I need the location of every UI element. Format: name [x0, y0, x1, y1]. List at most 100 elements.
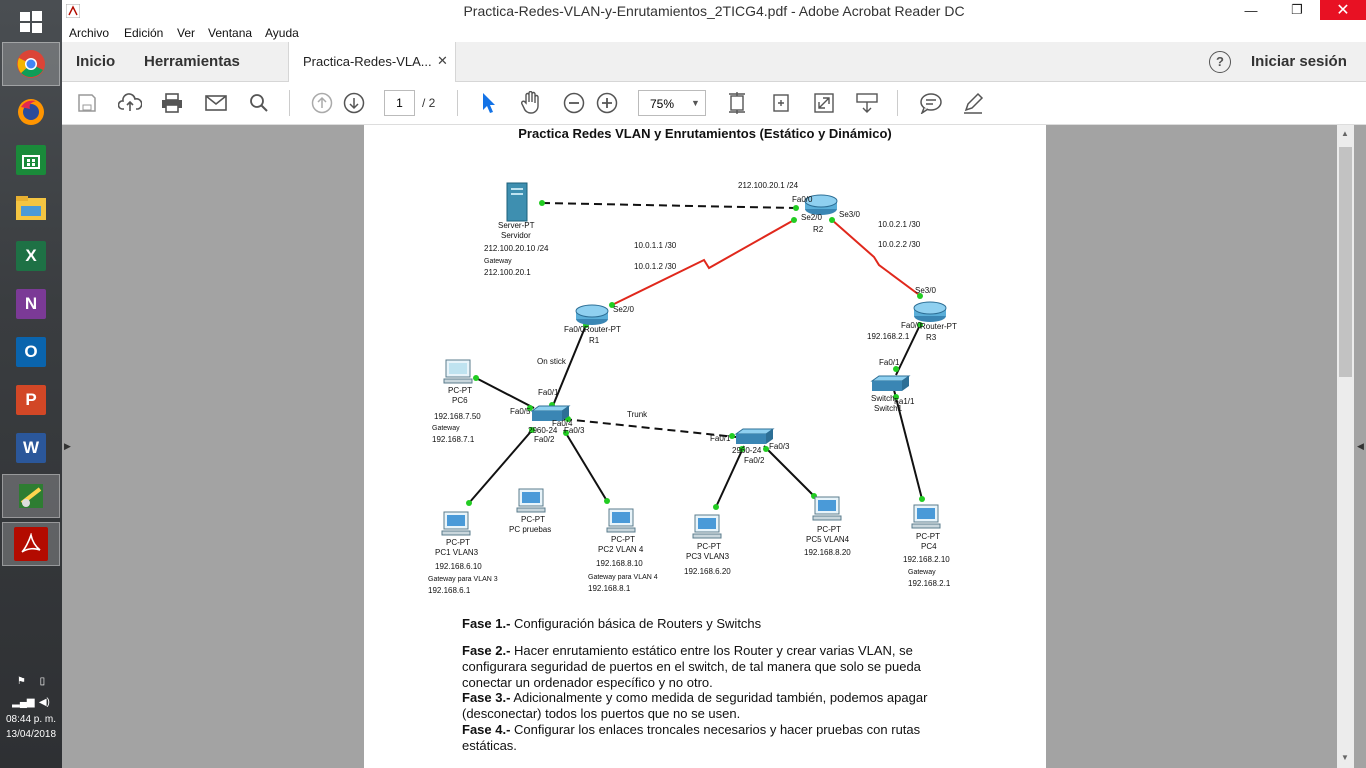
page-number-input[interactable]: 1 — [384, 90, 415, 116]
r2-name-label: R2 — [813, 225, 824, 234]
highlight-pen-icon[interactable] — [960, 90, 986, 116]
link-dot — [604, 498, 610, 504]
menu-ayuda[interactable]: Ayuda — [265, 26, 299, 40]
zoom-in-icon[interactable] — [594, 90, 620, 116]
menu-edicion[interactable]: Edición — [124, 26, 163, 40]
pc6-type-label: PC-PT — [448, 386, 472, 395]
router-icon — [913, 301, 947, 322]
menu-ventana[interactable]: Ventana — [208, 26, 252, 40]
select-cursor-icon[interactable] — [476, 90, 502, 116]
link-ip-label: 10.0.1.1 /30 — [634, 241, 677, 250]
scroll-mode-icon[interactable] — [854, 90, 880, 116]
sw-model-label: Switch — [871, 394, 895, 403]
phase-3: Fase 3.- Adicionalmente y como medida de… — [462, 690, 962, 722]
page-down-icon[interactable] — [341, 90, 367, 116]
scrollbar-thumb[interactable] — [1339, 147, 1352, 377]
store-icon[interactable] — [9, 138, 53, 182]
search-icon[interactable] — [246, 90, 272, 116]
server-r2-link — [541, 202, 797, 209]
pc4-type-label: PC-PT — [916, 532, 940, 541]
menu-bar: Archivo Edición Ver Ventana Ayuda — [62, 23, 1366, 42]
tray-icons-2: ▂▄▆ ◀) — [0, 697, 62, 708]
link-dot — [466, 500, 472, 506]
pc4-name-label: PC4 — [921, 542, 937, 551]
scroll-up-icon[interactable]: ▲ — [1341, 129, 1349, 138]
zoom-out-icon[interactable] — [561, 90, 587, 116]
excel-icon[interactable]: X — [9, 234, 53, 278]
r2-se3-label: Se3/0 — [839, 210, 860, 219]
left-panel-toggle-icon[interactable]: ▶ — [64, 441, 71, 452]
network-diagram — [441, 182, 947, 539]
pc1-ip-label: 192.168.6.10 — [435, 562, 482, 571]
windows-start-icon[interactable] — [9, 0, 53, 44]
link-dot — [919, 496, 925, 502]
sw-port-label: Fa0/3 — [564, 426, 585, 435]
pc1-gateway-ip-label: 192.168.6.1 — [428, 586, 471, 595]
power-icon[interactable]: ▯ — [40, 676, 46, 687]
r1-type-label: Router-PT — [584, 325, 621, 334]
pc6-name-label: PC6 — [452, 396, 468, 405]
onenote-icon[interactable]: N — [9, 282, 53, 326]
close-button[interactable]: ✕ — [1320, 0, 1366, 20]
comment-icon[interactable] — [918, 90, 944, 116]
pc2-type-label: PC-PT — [611, 535, 635, 544]
cloud-upload-icon[interactable] — [117, 90, 143, 116]
page-up-icon[interactable] — [309, 90, 335, 116]
email-icon[interactable] — [203, 90, 229, 116]
scroll-down-icon[interactable]: ▼ — [1341, 753, 1349, 762]
phase-2: Fase 2.- Hacer enrutamiento estático ent… — [462, 643, 962, 691]
outlook-icon[interactable]: O — [9, 330, 53, 374]
hand-tool-icon[interactable] — [518, 90, 544, 116]
minimize-button[interactable]: — — [1228, 0, 1274, 20]
flag-icon[interactable]: ⚑ — [17, 676, 26, 687]
server-icon — [506, 182, 528, 222]
file-explorer-icon[interactable] — [9, 186, 53, 230]
sw-port-label: Fa0/5 — [510, 407, 531, 416]
print-icon[interactable] — [159, 90, 185, 116]
link-dot — [539, 200, 545, 206]
nav-herramientas[interactable]: Herramientas — [144, 53, 240, 70]
close-tab-icon[interactable]: ✕ — [437, 53, 448, 69]
help-icon[interactable]: ? — [1209, 51, 1231, 73]
document-tab[interactable]: Practica-Redes-VLA... ✕ — [288, 42, 456, 82]
word-icon[interactable]: W — [9, 426, 53, 470]
chrome-icon[interactable] — [2, 42, 60, 86]
clock-date[interactable]: 13/04/2018 — [0, 729, 62, 740]
save-icon[interactable] — [74, 90, 100, 116]
sw-model-label: 2960-24 — [528, 426, 558, 435]
restore-button[interactable]: ❐ — [1274, 0, 1320, 20]
packet-tracer-icon[interactable] — [2, 474, 60, 518]
phase-label: Fase 4.- — [462, 722, 511, 737]
link-ip-label: 10.0.1.2 /30 — [634, 262, 677, 271]
window-title: Practica-Redes-VLAN-y-Enrutamientos_2TIC… — [463, 3, 965, 19]
pc-icon — [911, 504, 941, 529]
firefox-icon[interactable] — [9, 90, 53, 134]
clock-time[interactable]: 08:44 p. m. — [0, 714, 62, 725]
sw-port-label: Fa0/2 — [534, 435, 555, 444]
pc-icon — [812, 496, 842, 521]
sw-port-label: Fa0/1 — [710, 434, 731, 443]
right-panel-toggle-icon[interactable]: ◀ — [1357, 441, 1364, 452]
rotate-page-icon[interactable] — [768, 90, 794, 116]
zoom-select[interactable]: 75% ▼ — [638, 90, 706, 116]
menu-archivo[interactable]: Archivo — [69, 26, 109, 40]
volume-icon[interactable]: ◀) — [39, 697, 50, 708]
document-tab-label: Practica-Redes-VLA... — [303, 54, 432, 69]
pc2-ip-label: 192.168.8.10 — [596, 559, 643, 568]
switch-icon — [870, 375, 911, 391]
acrobat-icon[interactable] — [2, 522, 60, 566]
network-icon[interactable]: ▂▄▆ — [12, 697, 34, 708]
pc1-gateway-label: Gateway para VLAN 3 — [428, 576, 498, 583]
r1-fa-label: Fa0/0 — [564, 325, 585, 334]
phase-text: Configuración básica de Routers y Switch… — [510, 616, 762, 631]
sign-in-link[interactable]: Iniciar sesión — [1251, 53, 1347, 70]
system-tray: ⚑ ▯ ▂▄▆ ◀) 08:44 p. m. 13/04/2018 — [0, 676, 62, 740]
nav-inicio[interactable]: Inicio — [76, 53, 115, 70]
sw-port-label: Fa0/1 — [879, 358, 900, 367]
chevron-down-icon: ▼ — [691, 98, 700, 108]
menu-ver[interactable]: Ver — [177, 26, 195, 40]
full-screen-icon[interactable] — [811, 90, 837, 116]
vertical-scrollbar[interactable]: ▲ ▼ — [1337, 125, 1354, 768]
fit-page-icon[interactable] — [724, 90, 750, 116]
powerpoint-icon[interactable]: P — [9, 378, 53, 422]
